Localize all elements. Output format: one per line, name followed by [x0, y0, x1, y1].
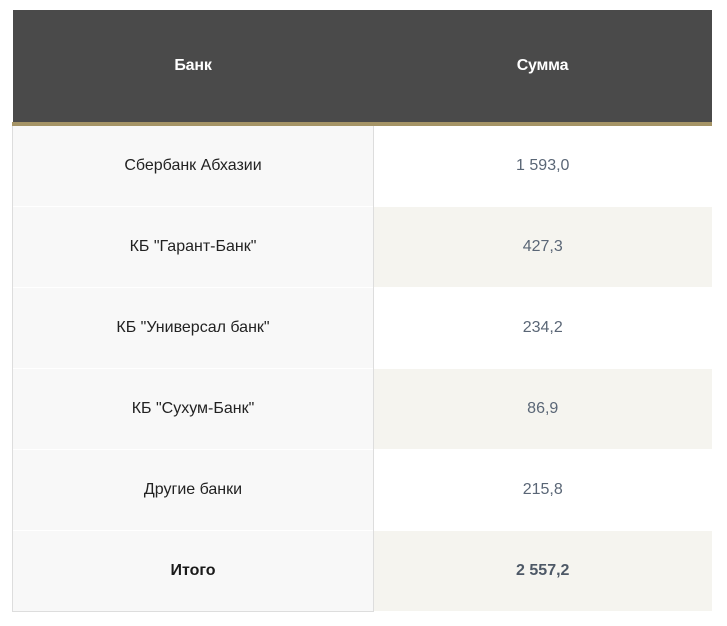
- total-row: Итого 2 557,2: [12, 530, 712, 612]
- total-label-cell: Итого: [12, 530, 374, 612]
- sum-cell: 234,2: [373, 287, 712, 369]
- sum-cell: 86,9: [373, 368, 712, 450]
- column-header-bank: Банк: [12, 10, 374, 126]
- bank-name-cell: КБ "Универсал банк": [12, 287, 374, 369]
- bank-table-container: Банк Сумма Сбербанк Абхазии 1 593,0 КБ "…: [12, 10, 712, 612]
- column-header-sum: Сумма: [373, 10, 712, 126]
- bank-name-cell: Другие банки: [12, 449, 374, 531]
- sum-cell: 215,8: [373, 449, 712, 531]
- table-header: Банк Сумма: [12, 10, 712, 126]
- sum-cell: 427,3: [373, 206, 712, 288]
- bank-name-cell: Сбербанк Абхазии: [12, 124, 374, 207]
- bank-sum-table: Банк Сумма Сбербанк Абхазии 1 593,0 КБ "…: [12, 10, 712, 612]
- table-row: КБ "Универсал банк" 234,2: [12, 287, 712, 369]
- total-sum-cell: 2 557,2: [373, 530, 712, 612]
- header-row: Банк Сумма: [12, 10, 712, 126]
- sum-cell: 1 593,0: [373, 124, 712, 207]
- bank-name-cell: КБ "Гарант-Банк": [12, 206, 374, 288]
- bank-name-cell: КБ "Сухум-Банк": [12, 368, 374, 450]
- table-body: Сбербанк Абхазии 1 593,0 КБ "Гарант-Банк…: [12, 124, 712, 612]
- table-row: КБ "Сухум-Банк" 86,9: [12, 368, 712, 450]
- table-row: Другие банки 215,8: [12, 449, 712, 531]
- table-row: КБ "Гарант-Банк" 427,3: [12, 206, 712, 288]
- table-row: Сбербанк Абхазии 1 593,0: [12, 124, 712, 207]
